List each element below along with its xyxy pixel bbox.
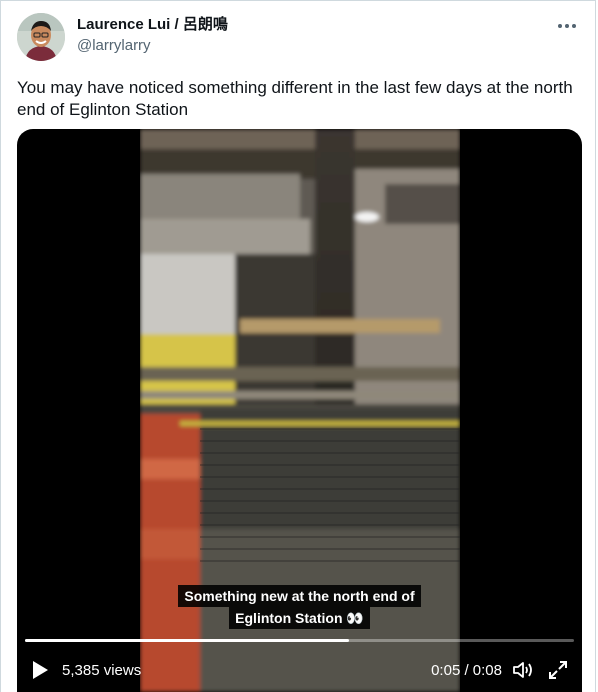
fullscreen-icon[interactable]: [548, 660, 568, 680]
avatar-image: [17, 13, 65, 61]
tweet-card: Laurence Lui / 呂朗鳴 @larrylarry You may h…: [0, 0, 596, 692]
avatar[interactable]: [17, 13, 65, 61]
tweet-text: You may have noticed something different…: [17, 78, 573, 119]
more-horizontal-icon[interactable]: [557, 19, 577, 33]
video-player[interactable]: Something new at the north end of Eglint…: [17, 129, 582, 692]
video-controls: 5,385 views 0:05 / 0:08: [17, 651, 582, 691]
caption-line-2: Eglinton Station 👀: [229, 607, 370, 629]
author-display-name[interactable]: Laurence Lui / 呂朗鳴: [77, 15, 228, 35]
author-block: Laurence Lui / 呂朗鳴 @larrylarry: [77, 15, 228, 56]
video-time: 0:05 / 0:08: [431, 662, 502, 679]
video-progress-fill: [25, 639, 349, 642]
caption-line-1: Something new at the north end of: [178, 585, 421, 607]
view-count: 5,385 views: [62, 662, 142, 679]
play-icon[interactable]: [31, 660, 49, 680]
volume-icon[interactable]: [512, 660, 534, 680]
video-progress-bar[interactable]: [25, 639, 574, 642]
video-caption: Something new at the north end of Eglint…: [17, 585, 582, 629]
author-handle[interactable]: @larrylarry: [77, 36, 228, 56]
